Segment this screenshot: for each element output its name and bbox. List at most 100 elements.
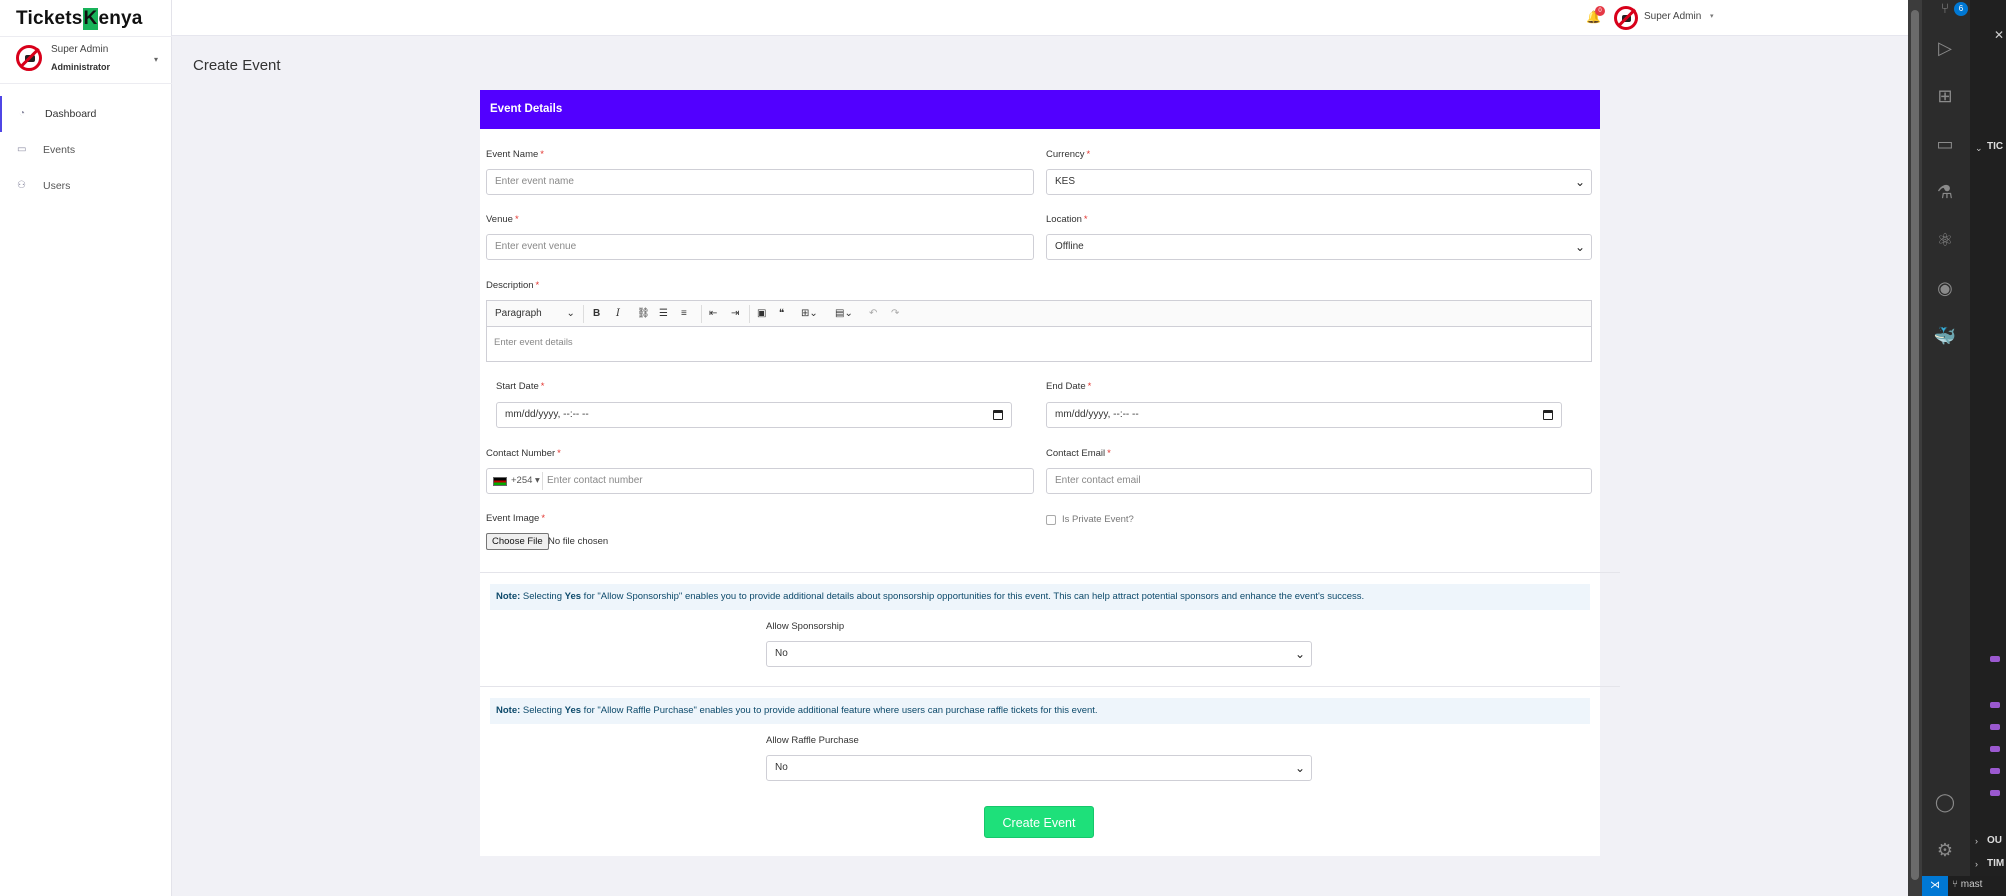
contact-number-input[interactable]: Enter contact number [547,469,643,493]
scrollbar[interactable] [1908,0,1922,896]
sidebar-item-label: Events [43,144,76,156]
contact-number-field: +254 ▾ Enter contact number [486,468,1034,494]
media-embed-icon[interactable]: ▤⌄ [835,301,853,327]
file-icon [1990,768,2000,774]
venue-input[interactable]: Enter event venue [486,234,1034,260]
file-icon [1990,746,2000,752]
scrollbar-thumb[interactable] [1911,10,1919,880]
redo-icon[interactable]: ↷ [891,301,899,327]
section-divider [480,686,1620,687]
chevron-down-icon: ▾ [153,55,158,64]
private-event-checkbox[interactable] [1046,515,1056,525]
testing-icon[interactable]: ⚗ [1933,180,1957,204]
logo-text-enya: enya [98,8,143,29]
start-date-label: Start Date * [496,381,545,392]
event-details-card: Event Details Event Name * Enter event na… [480,90,1600,856]
page-title: Create Event [193,57,281,74]
source-control-badge: 6 [1954,2,1968,16]
contact-email-input[interactable]: Enter contact email [1046,468,1592,494]
kenya-flag-icon[interactable] [493,477,507,486]
sidebar-user-name: Super Admin [51,44,109,55]
bulleted-list-icon[interactable]: ☰ [659,301,668,327]
sidebar-item-dashboard[interactable]: ◔ Dashboard [0,96,172,132]
panel-section-label: TIC [1987,141,2004,152]
sidebar: TicketsKenya Super Admin Administrator ▾… [0,0,172,896]
file-status: No file chosen [548,536,609,547]
sidebar-item-users[interactable]: ⚇ Users [0,168,172,204]
sponsorship-note: Note: Selecting Yes for "Allow Sponsorsh… [490,584,1590,610]
description-editor: Paragraph ⌄ B I ⛓ ☰ ≡ ⇤ ⇥ ▣ ❝ ⊞⌄ ▤⌄ ↶ ↷ … [486,300,1592,362]
toolbar-divider [583,305,584,323]
dashboard-icon: ◔ [19,108,26,119]
private-event-label: Is Private Event? [1062,514,1134,525]
calendar-icon[interactable] [1543,410,1553,420]
sidebar-item-label: Dashboard [45,108,97,120]
close-icon[interactable]: ✕ [1994,28,2004,42]
react-icon[interactable]: ⚛ [1933,228,1957,252]
italic-icon[interactable]: I [616,301,620,327]
allow-sponsorship-select[interactable]: No ⌄ [766,641,1312,667]
gear-icon[interactable]: ⚙ [1933,838,1957,862]
currency-select[interactable]: KES ⌄ [1046,169,1592,195]
toolbar-divider [749,305,750,323]
file-icon [1990,724,2000,730]
panel-section-label: TIM [1987,858,2005,869]
bold-icon[interactable]: B [593,301,600,327]
avatar [16,45,42,71]
event-name-input[interactable]: Enter event name [486,169,1034,195]
topbar-user-name[interactable]: Super Admin [1644,11,1701,22]
chevron-right-icon[interactable]: › [1975,859,1978,869]
chevron-down-icon: ⌄ [1574,175,1585,189]
contact-number-label: Contact Number * [486,448,561,459]
camera-off-icon [25,55,35,62]
choose-file-button[interactable]: Choose File [486,533,549,550]
card-title: Event Details [480,90,1600,129]
end-date-input[interactable]: mm/dd/yyyy, --:-- -- [1046,402,1562,428]
github-icon[interactable]: ◉ [1933,276,1957,300]
account-icon[interactable]: ◯ [1933,790,1957,814]
camera-off-icon [1622,15,1631,22]
calendar-icon[interactable] [993,410,1003,420]
branch-indicator[interactable]: ⑂ mast [1952,879,1982,890]
allow-raffle-select[interactable]: No ⌄ [766,755,1312,781]
docker-icon[interactable]: 🐳 [1933,324,1957,348]
indent-icon[interactable]: ⇥ [731,301,739,327]
link-icon[interactable]: ⛓ [637,301,650,327]
sidebar-user-role: Administrator [51,62,111,72]
remote-explorer-icon[interactable]: ▭ [1933,132,1957,156]
notification-badge: 0 [1595,6,1605,16]
remote-indicator[interactable]: ⋊ [1922,876,1948,896]
sidebar-item-events[interactable]: ▭ Events [0,132,172,168]
chevron-right-icon[interactable]: › [1975,836,1978,846]
sidebar-item-label: Users [43,180,71,192]
image-icon[interactable]: ▣ [757,301,766,327]
sidebar-user-menu[interactable]: Super Admin Administrator ▾ [0,36,172,84]
run-debug-icon[interactable]: ▷ [1933,36,1957,60]
file-icon [1990,790,2000,796]
numbered-list-icon[interactable]: ≡ [681,301,687,327]
chevron-down-icon: ⌄ [1574,240,1585,254]
logo-text-tickets: Tickets [16,8,83,29]
currency-label: Currency * [1046,149,1091,160]
start-date-input[interactable]: mm/dd/yyyy, --:-- -- [496,402,1012,428]
avatar[interactable] [1614,6,1638,30]
side-panel [1970,0,2006,896]
country-code-select[interactable]: +254 ▾ [511,469,540,493]
outdent-icon[interactable]: ⇤ [709,301,717,327]
users-icon: ⚇ [17,180,26,191]
paragraph-select[interactable]: Paragraph ⌄ [495,301,575,327]
chevron-down-icon[interactable]: ⌄ [1975,143,1983,154]
allow-raffle-label: Allow Raffle Purchase [766,735,859,746]
location-select[interactable]: Offline ⌄ [1046,234,1592,260]
chevron-down-icon[interactable]: ▾ [1710,12,1714,20]
extensions-icon[interactable]: ⊞ [1933,84,1957,108]
logo[interactable]: TicketsKenya [0,0,171,36]
quote-icon[interactable]: ❝ [779,301,784,327]
undo-icon[interactable]: ↶ [869,301,877,327]
description-label: Description * [486,280,540,291]
monitor-icon: ▭ [17,144,27,155]
create-event-button[interactable]: Create Event [984,806,1094,838]
raffle-note: Note: Selecting Yes for "Allow Raffle Pu… [490,698,1590,724]
table-icon[interactable]: ⊞⌄ [801,301,818,327]
description-body[interactable]: Enter event details [487,327,1591,358]
